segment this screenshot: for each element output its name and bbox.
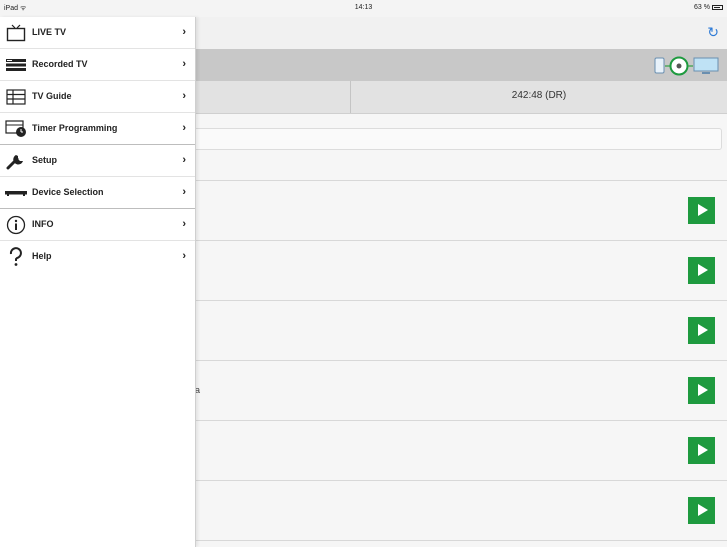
menu-item-timer-programming[interactable]: Timer Programming ›	[0, 113, 195, 145]
menu-item-live-tv[interactable]: LIVE TV ›	[0, 17, 195, 49]
chevron-right-icon: ›	[182, 218, 186, 230]
wrench-icon	[5, 150, 27, 172]
menu-item-label: Setup	[32, 155, 58, 165]
help-icon	[5, 246, 27, 268]
menu-item-label: INFO	[32, 219, 54, 229]
menu-item-tv-guide[interactable]: TV Guide ›	[0, 81, 195, 113]
info-icon	[5, 214, 27, 236]
remaining-time: 242:48 (DR)	[511, 90, 567, 101]
chevron-right-icon: ›	[182, 186, 186, 198]
guide-icon	[5, 86, 27, 108]
menu-item-label: Device Selection	[32, 187, 104, 197]
list-item[interactable]	[195, 301, 727, 361]
tv-icon	[5, 22, 27, 44]
chevron-right-icon: ›	[182, 122, 186, 134]
list-item[interactable]	[195, 481, 727, 541]
recorder-icon	[5, 54, 27, 76]
menu-item-label: Timer Programming	[32, 123, 118, 133]
clock: 14:13	[354, 4, 373, 11]
side-menu: LIVE TV › Recorded TV › TV Guide › Timer…	[0, 17, 196, 547]
play-button[interactable]	[688, 257, 715, 284]
menu-item-label: TV Guide	[32, 91, 72, 101]
battery-status: 63 %	[694, 4, 723, 11]
chevron-right-icon: ›	[182, 90, 186, 102]
list-item[interactable]	[195, 181, 727, 241]
search-input[interactable]	[190, 128, 722, 150]
list-item[interactable]	[195, 421, 727, 481]
status-bar: iPad ᯤ 14:13 63 %	[0, 0, 727, 17]
timer-icon	[5, 118, 27, 140]
device-selection-icon[interactable]	[653, 55, 721, 77]
menu-item-setup[interactable]: Setup ›	[0, 145, 195, 177]
menu-item-device-selection[interactable]: Device Selection ›	[0, 177, 195, 209]
play-button[interactable]	[688, 377, 715, 404]
play-button[interactable]	[688, 437, 715, 464]
menu-item-recorded-tv[interactable]: Recorded TV ›	[0, 49, 195, 81]
play-button[interactable]	[688, 317, 715, 344]
device-icon	[5, 182, 27, 204]
play-button[interactable]	[688, 497, 715, 524]
play-button[interactable]	[688, 197, 715, 224]
menu-item-label: Recorded TV	[32, 59, 88, 69]
menu-item-info[interactable]: INFO ›	[0, 209, 195, 241]
chevron-right-icon: ›	[182, 58, 186, 70]
menu-item-label: LIVE TV	[32, 27, 67, 37]
list-item[interactable]: a	[195, 361, 727, 421]
refresh-icon[interactable]: ↻	[707, 25, 719, 39]
battery-icon	[712, 5, 723, 10]
list-item[interactable]	[195, 241, 727, 301]
menu-item-help[interactable]: Help ›	[0, 241, 195, 273]
menu-item-label: Help	[32, 251, 52, 261]
chevron-right-icon: ›	[182, 250, 186, 262]
chevron-right-icon: ›	[182, 154, 186, 166]
chevron-right-icon: ›	[182, 26, 186, 38]
battery-percent: 63 %	[694, 4, 710, 11]
